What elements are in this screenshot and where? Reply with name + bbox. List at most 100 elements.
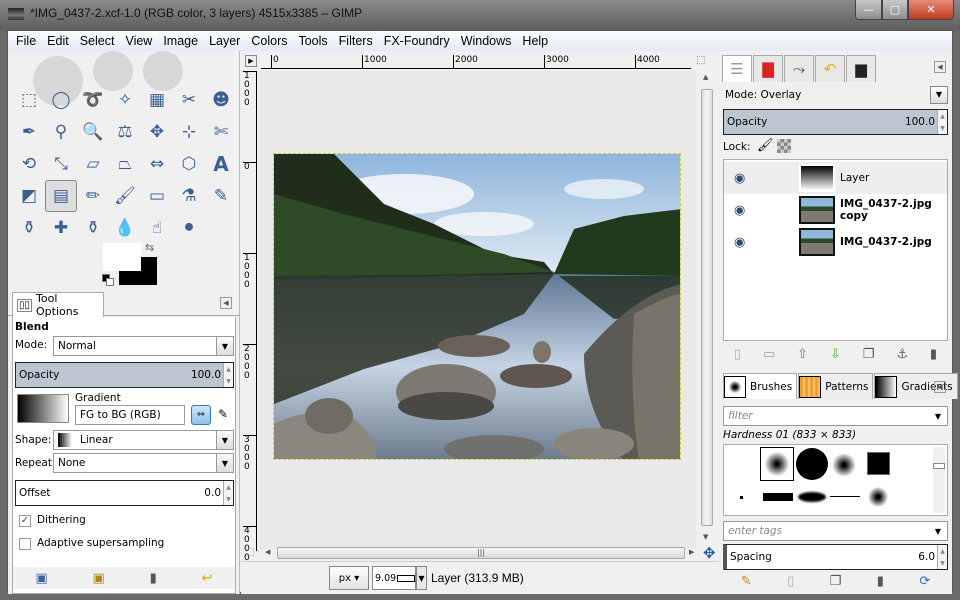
restore-options-icon[interactable]: ▣ — [93, 571, 105, 586]
offset-spinner[interactable]: ▲ ▼ — [223, 481, 233, 505]
menu-windows[interactable]: Windows — [461, 34, 512, 48]
delete-layer-icon[interactable]: ▮ — [930, 347, 937, 362]
fg-bg-colors[interactable]: ⇆ — [95, 241, 165, 286]
minimize-button[interactable]: — — [855, 0, 882, 20]
swap-colors-icon[interactable]: ⇆ — [145, 241, 154, 254]
vertical-scrollbar[interactable]: ▲ ▼ — [700, 71, 714, 549]
tool-zoom[interactable]: 🔍 — [77, 116, 109, 148]
tool-ellipse-select[interactable]: ◯ — [45, 84, 77, 116]
tool-perspective-clone[interactable]: ⚱ — [77, 212, 109, 244]
lock-alpha-icon[interactable] — [777, 139, 791, 153]
tool-rotate[interactable]: ⟲ — [13, 148, 45, 180]
brush-bar[interactable] — [763, 493, 793, 501]
menu-tools[interactable]: Tools — [298, 34, 327, 48]
lock-pixels-icon[interactable]: 🖌 — [757, 138, 774, 153]
opacity-slider[interactable]: Opacity 100.0 ▲ ▼ — [15, 362, 234, 388]
menu-colors[interactable]: Colors — [251, 34, 287, 48]
brush-fuzzy[interactable] — [866, 485, 890, 509]
dithering-checkbox[interactable]: ✓ — [19, 515, 31, 527]
tool-clone[interactable]: ⚱ — [13, 212, 45, 244]
brush-hardness-050[interactable] — [830, 451, 858, 479]
scroll-up-icon[interactable]: ▲ — [703, 73, 708, 81]
brush-line[interactable] — [830, 496, 860, 497]
menu-image[interactable]: Image — [163, 34, 198, 48]
maximize-button[interactable]: ▢ — [882, 0, 908, 20]
tool-move[interactable]: ✥ — [141, 116, 173, 148]
layer-row[interactable]: ◉ IMG_0437-2.jpg — [724, 226, 947, 258]
tool-scale[interactable]: ⤡ — [45, 148, 77, 180]
tool-blend[interactable]: ▤ — [45, 180, 77, 212]
save-options-icon[interactable]: ▣ — [35, 571, 47, 586]
tool-paths[interactable]: ✒ — [13, 116, 45, 148]
tool-text[interactable]: A — [205, 148, 237, 180]
tool-cage-transform[interactable]: ⬡ — [173, 148, 205, 180]
layer-opacity-spinner[interactable]: ▲ ▼ — [937, 110, 947, 134]
menu-layer[interactable]: Layer — [209, 34, 240, 48]
menu-help[interactable]: Help — [522, 34, 548, 48]
layer-mode-value[interactable]: Overlay — [761, 89, 802, 101]
visibility-eye-icon[interactable]: ◉ — [734, 171, 745, 186]
tool-airbrush[interactable]: ⚗ — [173, 180, 205, 212]
tool-paintbrush[interactable]: 🖌 — [109, 180, 141, 212]
brush-block[interactable] — [867, 452, 890, 475]
tool-color-picker[interactable]: ⚲ — [45, 116, 77, 148]
canvas[interactable] — [259, 71, 696, 549]
tool-ink[interactable]: ✎ — [205, 180, 237, 212]
zoom-field[interactable]: 9.09 — [372, 566, 416, 590]
foreground-color-swatch[interactable] — [103, 243, 141, 271]
gradient-field[interactable]: FG to BG (RGB) — [75, 405, 185, 425]
tool-measure[interactable]: ⚖ — [109, 116, 141, 148]
scroll-left-icon[interactable]: ◀ — [265, 548, 270, 556]
brush-filter-input[interactable]: filter ▼ — [723, 406, 948, 426]
menu-fx-foundry[interactable]: FX-Foundry — [384, 34, 450, 48]
lower-layer-icon[interactable]: ⇩ — [830, 347, 841, 362]
anchor-layer-icon[interactable]: ⚓ — [896, 347, 908, 362]
spacing-slider[interactable]: Spacing 6.0 ▲ ▼ — [723, 544, 948, 570]
tool-fuzzy-select[interactable]: ✧ — [109, 84, 141, 116]
tab-tool-options[interactable]: ▯▯ Tool Options — [12, 292, 104, 318]
delete-brush-icon[interactable]: ▮ — [877, 574, 884, 589]
tool-align[interactable]: ⊹ — [173, 116, 205, 148]
gradient-preview[interactable] — [17, 394, 69, 423]
menu-view[interactable]: View — [125, 34, 152, 48]
tool-crop[interactable]: ✄ — [205, 116, 237, 148]
scroll-down-icon[interactable]: ▼ — [703, 533, 708, 541]
scroll-right-icon[interactable]: ▶ — [689, 548, 694, 556]
adaptive-supersampling-checkbox[interactable] — [19, 538, 31, 550]
tool-free-select[interactable]: ➰ — [77, 84, 109, 116]
tool-smudge[interactable]: ☝ — [141, 212, 173, 244]
tool-rect-select[interactable]: ⬚ — [13, 84, 45, 116]
vertical-scroll-thumb[interactable] — [701, 89, 713, 526]
menu-filters[interactable]: Filters — [339, 34, 373, 48]
image-river-rocks[interactable] — [273, 153, 681, 460]
tab-patterns[interactable]: Patterns — [798, 373, 874, 399]
brush-scrollbar[interactable] — [933, 447, 945, 513]
new-layer-icon[interactable]: ▯ — [734, 347, 741, 362]
horizontal-scrollbar[interactable]: ||| — [277, 547, 685, 559]
menu-edit[interactable]: Edit — [47, 34, 69, 48]
tab-paths[interactable]: ⤳ — [784, 55, 814, 82]
unit-select[interactable]: px ▾ — [329, 566, 369, 590]
tool-flip[interactable]: ⇔ — [141, 148, 173, 180]
layer-row[interactable]: ◉ IMG_0437-2.jpg copy — [724, 194, 947, 226]
tool-foreground-select[interactable]: ☻ — [205, 84, 237, 116]
visibility-eye-icon[interactable]: ◉ — [734, 235, 745, 250]
layer-mode-dropdown[interactable]: ▼ — [930, 86, 948, 104]
tool-bucket-fill[interactable]: ◩ — [13, 180, 45, 212]
brush-hardness-01[interactable] — [760, 447, 794, 481]
brushes-dock-menu-button[interactable]: ◀ — [934, 381, 946, 393]
repeat-select[interactable]: None ▼ — [53, 453, 234, 473]
tab-channels[interactable]: ▇ — [753, 55, 783, 82]
layer-opacity-slider[interactable]: Opacity 100.0 ▲ ▼ — [723, 109, 948, 135]
tool-perspective[interactable]: ⏢ — [109, 148, 141, 180]
offset-slider[interactable]: Offset 0.0 ▲ ▼ — [15, 480, 234, 506]
mode-select[interactable]: Normal ▼ — [53, 336, 234, 356]
refresh-brushes-icon[interactable]: ⟳ — [919, 574, 930, 589]
brush-ellipse[interactable] — [798, 492, 826, 502]
close-button[interactable]: ✕ — [908, 0, 954, 20]
visibility-eye-icon[interactable]: ◉ — [734, 203, 745, 218]
tab-undo-history[interactable]: ↶ — [815, 55, 845, 82]
edit-gradient-icon[interactable]: ✎ — [218, 407, 228, 421]
reset-options-icon[interactable]: ↩ — [202, 571, 213, 586]
quick-mask-icon[interactable]: ⬚ — [245, 547, 254, 558]
